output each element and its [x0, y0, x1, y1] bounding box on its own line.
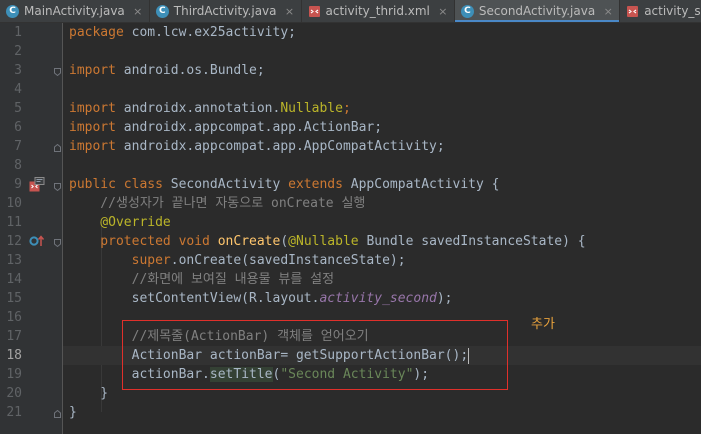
close-icon[interactable]: × [603, 5, 613, 18]
code-token: ); [436, 291, 453, 306]
line-number: 17 [6, 329, 22, 344]
code-token: SecondActivity [162, 177, 289, 192]
code-token: androidx.appcompat.app.AppCompatActivity… [115, 139, 445, 154]
code-token: Nullable [280, 101, 343, 116]
line-number-gutter: 1 2 3 4 5 6 7 8 9 10 11 12 13 14 15 16 1… [0, 23, 63, 434]
added-label: 추가 [531, 317, 555, 332]
xml-file-icon [626, 5, 639, 18]
code-token: Bundle savedInstanceState) { [358, 234, 586, 249]
line-number: 19 [6, 367, 22, 382]
line-number: 7 [14, 139, 22, 154]
line-number: 4 [14, 82, 22, 97]
editor-tab-bar: C MainActivity.java × C ThirdActivity.ja… [0, 0, 701, 23]
tab-activity-thrid-xml[interactable]: activity_thrid.xml × [302, 0, 455, 22]
code-token: super [69, 253, 171, 268]
code-token: ( [280, 234, 289, 249]
line-number: 14 [6, 272, 22, 287]
fold-end-marker-icon[interactable] [54, 144, 61, 152]
line-number: 9 [14, 177, 22, 192]
code-token: import [69, 120, 116, 135]
code-annotation: @Override [69, 215, 171, 230]
tab-second-activity[interactable]: C SecondActivity.java × [454, 0, 621, 22]
override-method-icon[interactable] [29, 234, 45, 248]
code-token: androidx.appcompat.app.ActionBar; [115, 120, 383, 135]
xml-file-icon [308, 5, 321, 18]
line-number: 13 [6, 253, 22, 268]
code-token: android.os.Bundle; [115, 63, 265, 78]
fold-marker-icon[interactable] [54, 183, 61, 191]
tab-activity-second-xml[interactable]: activity_second.xml [620, 0, 701, 22]
line-number: 11 [6, 215, 22, 230]
code-token: com.lcw.ex25activity; [123, 25, 296, 40]
code-token: activity_second [319, 291, 437, 306]
line-number: 5 [14, 101, 22, 116]
highlight-box [122, 320, 508, 390]
code-token: setContentView(R.layout. [69, 291, 320, 306]
code-token: .onCreate(savedInstanceState); [170, 253, 406, 268]
close-icon[interactable]: × [438, 5, 448, 18]
layout-file-icon[interactable] [29, 177, 45, 192]
line-number: 18 [6, 348, 22, 363]
tab-label: ThirdActivity.java [173, 4, 277, 18]
line-number: 10 [6, 196, 22, 211]
line-number: 6 [14, 120, 22, 135]
line-number: 1 [14, 25, 22, 40]
fold-marker-icon[interactable] [54, 68, 61, 76]
code-token: import [69, 63, 116, 78]
fold-marker-icon[interactable] [54, 239, 61, 247]
code-token: androidx.annotation. [115, 101, 281, 116]
code-line: public class SecondActivity extends AppC… [63, 175, 701, 194]
tab-third-activity[interactable]: C ThirdActivity.java × [150, 0, 302, 22]
code-line: import androidx.annotation.Nullable; [63, 99, 701, 118]
java-class-icon: C [460, 4, 474, 18]
code-token: import [69, 101, 116, 116]
java-class-icon: C [6, 4, 19, 18]
code-line: } [69, 405, 77, 420]
code-token: extends [288, 177, 343, 192]
tab-main-activity[interactable]: C MainActivity.java × [0, 0, 150, 22]
code-token: protected void [69, 234, 218, 249]
code-line: setContentView(R.layout.activity_second)… [63, 289, 701, 308]
tab-label: activity_thrid.xml [325, 4, 430, 18]
code-token: public class [69, 177, 163, 192]
line-number: 8 [14, 158, 22, 173]
tab-label: MainActivity.java [24, 4, 125, 18]
java-class-icon: C [155, 4, 169, 18]
fold-end-marker-icon[interactable] [54, 410, 61, 418]
line-number: 15 [6, 291, 22, 306]
close-icon[interactable]: × [133, 5, 143, 18]
line-number: 3 [14, 63, 22, 78]
code-line: super.onCreate(savedInstanceState); [63, 251, 701, 270]
code-token: AppCompatActivity { [342, 177, 500, 192]
close-icon[interactable]: × [285, 5, 295, 18]
code-comment: //생성자가 끝나면 자동으로 onCreate 실행 [69, 196, 366, 211]
code-token: onCreate [217, 234, 281, 249]
code-line: protected void onCreate(@Nullable Bundle… [63, 232, 701, 251]
tab-label: activity_second.xml [644, 4, 701, 18]
line-number: 12 [6, 234, 22, 249]
code-line: import androidx.appcompat.app.ActionBar; [63, 118, 701, 137]
line-number: 2 [14, 44, 22, 59]
line-number: 16 [6, 310, 22, 325]
code-line: import android.os.Bundle; [63, 61, 701, 80]
tab-label: SecondActivity.java [478, 4, 596, 18]
code-token: package [69, 25, 124, 40]
code-comment: //화면에 보여질 내용물 뷰를 설정 [69, 272, 335, 287]
line-number: 20 [6, 386, 22, 401]
code-token: @Nullable [288, 234, 359, 249]
line-number: 21 [6, 405, 22, 420]
code-line: package com.lcw.ex25activity; [63, 23, 701, 42]
code-token: import [69, 139, 116, 154]
code-line: import androidx.appcompat.app.AppCompatA… [63, 137, 701, 156]
code-token: ; [342, 101, 351, 116]
